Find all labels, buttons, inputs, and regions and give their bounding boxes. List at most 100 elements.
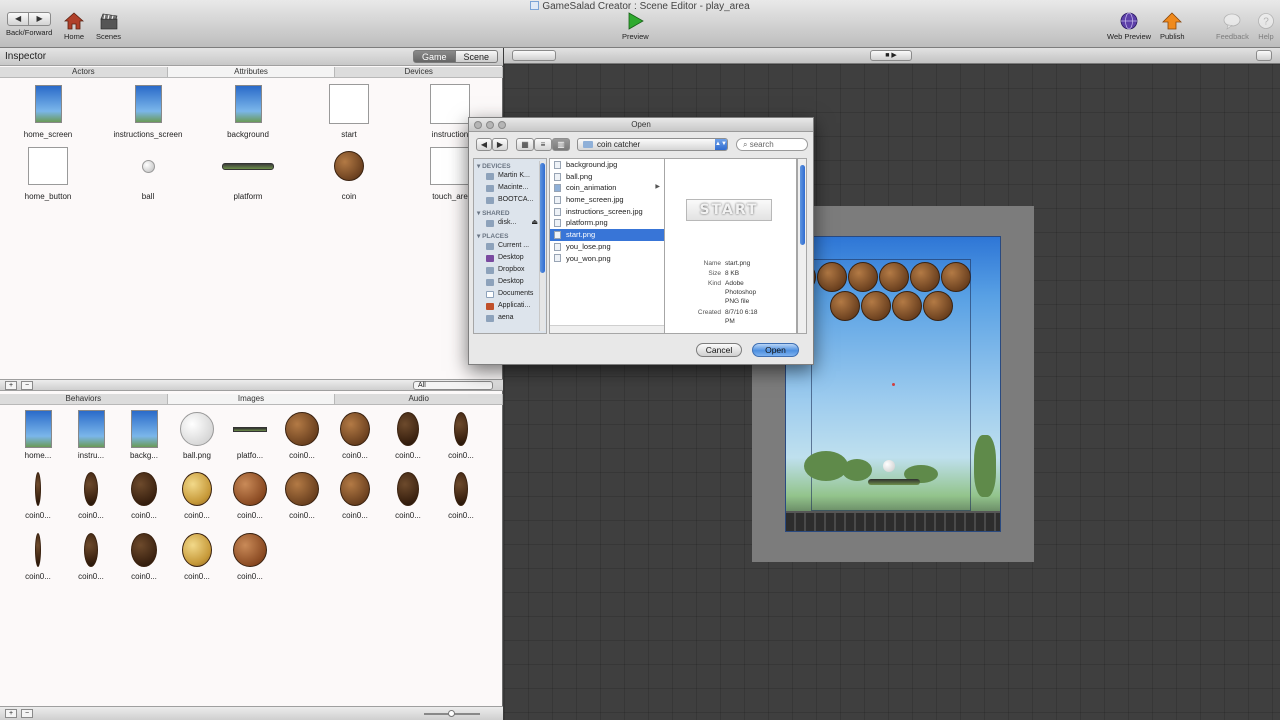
sidebar-item-place[interactable]: Desktop [474,252,546,264]
actor-tile[interactable]: home_screen [3,82,93,139]
home-button[interactable]: Home [64,12,84,41]
publish-button[interactable]: Publish [1160,12,1185,41]
image-tile[interactable]: coin0... [171,530,223,581]
image-tile[interactable]: coin0... [118,530,170,581]
image-tile[interactable]: coin0... [382,469,434,520]
file-row[interactable]: you_lose.png [550,241,664,253]
image-tile[interactable]: coin0... [65,530,117,581]
sidebar-scrollbar[interactable] [539,161,545,331]
actor-tile[interactable]: start [304,82,394,139]
dialog-forward-button[interactable]: ▶ [492,138,508,151]
actor-tile[interactable]: platform [203,144,293,201]
preview-scrollbar[interactable] [797,158,807,334]
image-tile[interactable]: coin0... [435,409,487,460]
zoom-window-button[interactable] [498,121,506,129]
file-list-hscrollbar[interactable] [550,325,664,333]
actor-tile[interactable]: ball [103,144,193,201]
sidebar-item-device[interactable]: Martin K... [474,170,546,182]
forward-button[interactable]: ▶ [29,12,52,26]
image-tile[interactable]: coin0... [382,409,434,460]
sidebar-item-place[interactable]: Desktop [474,276,546,288]
image-tile[interactable]: coin0... [329,469,381,520]
open-button[interactable]: Open [752,343,799,357]
image-tile[interactable]: home... [12,409,64,460]
sidebar-item-place[interactable]: Current ... [474,240,546,252]
help-button[interactable]: ? Help [1256,12,1276,41]
dialog-search-field[interactable]: ⌕ search [736,138,808,151]
column-view-button[interactable]: ▥ [552,138,570,151]
image-tile[interactable]: ball.png [171,409,223,460]
tab-attributes[interactable]: Attributes [167,67,336,77]
sidebar-item-place[interactable]: Applicati... [474,300,546,312]
add-actor-button[interactable]: + [5,381,17,390]
image-tile[interactable]: coin0... [118,469,170,520]
file-row[interactable]: background.jpg [550,159,664,171]
slider-knob[interactable] [448,710,455,717]
scrollbar-thumb[interactable] [540,163,545,273]
game-mode-button[interactable]: Game [413,50,456,63]
actor-filter-select[interactable]: All [413,381,493,390]
file-row[interactable]: ball.png [550,171,664,183]
folder-row[interactable]: coin_animation ▶ [550,182,664,194]
image-tile[interactable]: platfo... [224,409,276,460]
eject-icon[interactable]: ⏏ [531,217,538,229]
sidebar-item-device[interactable]: BOOTCA... [474,194,546,206]
image-tile[interactable]: coin0... [435,469,487,520]
image-tile[interactable]: coin0... [12,530,64,581]
image-tile[interactable]: instru... [65,409,117,460]
sidebar-item-device[interactable]: Macinte... [474,182,546,194]
actor-tile[interactable]: coin [304,144,394,201]
file-row[interactable]: home_screen.jpg [550,194,664,206]
thumbnail-size-slider[interactable] [424,710,480,717]
remove-image-button[interactable]: − [21,709,33,718]
sidebar-item-place[interactable]: aena [474,312,546,324]
playback-controls[interactable]: ■ ▶ [870,50,912,61]
file-row[interactable]: you_won.png [550,253,664,265]
feedback-button[interactable]: Feedback [1216,12,1249,41]
image-tile[interactable]: coin0... [12,469,64,520]
scenes-button[interactable]: Scenes [96,12,121,41]
image-tile[interactable]: coin0... [224,469,276,520]
add-image-button[interactable]: + [5,709,17,718]
scene-expand-button[interactable] [1256,50,1272,61]
ball-actor[interactable] [883,460,895,472]
image-tile[interactable]: coin0... [276,469,328,520]
image-tile[interactable]: coin0... [329,409,381,460]
preview-button[interactable]: Preview [622,12,649,41]
location-popup[interactable]: coin catcher ▲▼ [577,138,728,151]
tab-audio[interactable]: Audio [335,394,504,404]
scene-view-toggle[interactable] [512,50,556,61]
sidebar-item-shared[interactable]: disk... ⏏ [474,217,546,229]
image-tile[interactable]: coin0... [224,530,276,581]
minimize-window-button[interactable] [486,121,494,129]
tab-actors[interactable]: Actors [0,67,168,77]
platform-actor[interactable] [868,479,920,485]
actor-tile[interactable]: background [203,82,293,139]
back-button[interactable]: ◀ [7,12,30,26]
tab-images[interactable]: Images [167,394,336,404]
actor-tile[interactable]: home_button [3,144,93,201]
sidebar-item-place[interactable]: Documents [474,288,546,300]
icon-view-button[interactable]: ▦ [516,138,534,151]
cancel-button[interactable]: Cancel [696,343,742,357]
scrollbar-thumb[interactable] [800,165,805,245]
tab-behaviors[interactable]: Behaviors [0,394,168,404]
image-tile[interactable]: coin0... [276,409,328,460]
actor-name: platform [233,192,263,201]
dialog-back-button[interactable]: ◀ [476,138,492,151]
file-row[interactable]: instructions_screen.jpg [550,206,664,218]
image-tile[interactable]: coin0... [171,469,223,520]
image-tile[interactable]: coin0... [65,469,117,520]
image-tile[interactable]: backg... [118,409,170,460]
list-view-button[interactable]: ≡ [534,138,552,151]
remove-actor-button[interactable]: − [21,381,33,390]
tab-devices[interactable]: Devices [335,67,504,77]
scene-mode-button[interactable]: Scene [455,50,499,63]
sidebar-item-place[interactable]: Dropbox [474,264,546,276]
close-window-button[interactable] [474,121,482,129]
file-row[interactable]: platform.png [550,217,664,229]
file-row-selected[interactable]: start.png [550,229,664,241]
web-preview-button[interactable]: Web Preview [1107,12,1151,41]
actor-tile[interactable]: instructions_screen [103,82,193,139]
game-view[interactable] [785,236,1001,532]
